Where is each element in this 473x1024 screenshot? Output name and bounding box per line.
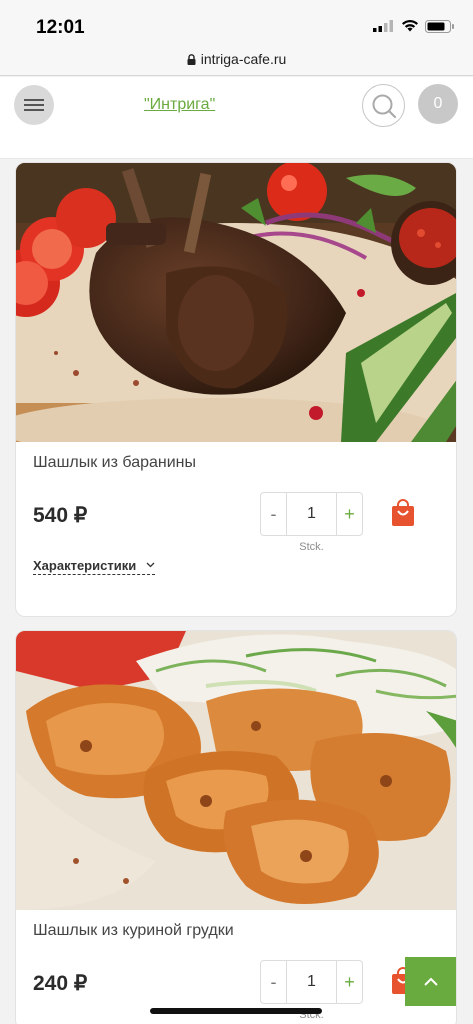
quantity-increase-button[interactable]: + — [336, 961, 362, 1003]
quantity-decrease-button[interactable]: - — [261, 961, 287, 1003]
ios-status-bar: 12:01 — [0, 0, 473, 46]
browser-url: intriga-cafe.ru — [200, 51, 287, 67]
search-icon — [372, 94, 397, 119]
scroll-to-top-button[interactable] — [405, 957, 456, 1006]
quantity-stepper: - 1 + — [260, 960, 363, 1004]
hamburger-icon — [24, 109, 44, 111]
quantity-input[interactable]: 1 — [287, 961, 336, 1003]
product-price: 240 ₽ — [33, 972, 88, 995]
cart-button[interactable]: 0 — [418, 84, 458, 124]
battery-icon — [425, 20, 454, 33]
home-indicator[interactable] — [150, 1008, 322, 1014]
product-price: 540 ₽ — [33, 504, 88, 527]
cart-count-badge: 0 — [433, 95, 443, 112]
cellular-signal-icon — [373, 20, 393, 32]
specifications-label: Характеристики — [33, 558, 137, 573]
menu-button[interactable] — [14, 85, 54, 125]
product-card: Шашлык из баранины 540 ₽ - 1 + Stck. Хар… — [15, 162, 457, 617]
quantity-input[interactable]: 1 — [287, 493, 336, 535]
site-header: "Интрига" 0 — [0, 77, 473, 159]
add-to-cart-bag-icon[interactable] — [391, 499, 415, 527]
quantity-decrease-button[interactable]: - — [261, 493, 287, 535]
hamburger-icon — [24, 99, 44, 101]
lamb-chops-photo — [16, 163, 456, 442]
site-brand-link[interactable]: "Интрига" — [144, 96, 215, 114]
browser-address-bar[interactable]: intriga-cafe.ru — [0, 46, 473, 76]
chevron-down-icon — [146, 562, 155, 568]
chicken-breast-kebab-photo — [16, 631, 456, 910]
lock-icon — [187, 54, 196, 65]
wifi-icon — [402, 20, 418, 32]
quantity-increase-button[interactable]: + — [336, 493, 362, 535]
quantity-stepper: - 1 + — [260, 492, 363, 536]
product-name[interactable]: Шашлык из куриной грудки — [33, 922, 234, 940]
chevron-up-icon — [423, 977, 438, 986]
status-time: 12:01 — [36, 17, 85, 38]
product-card: Шашлык из куриной грудки 240 ₽ - 1 + Stc… — [15, 630, 457, 1024]
hamburger-icon — [24, 104, 44, 106]
specifications-toggle[interactable]: Характеристики — [33, 558, 155, 575]
product-name[interactable]: Шашлык из баранины — [33, 454, 196, 472]
search-button[interactable] — [362, 84, 405, 127]
quantity-unit: Stck. — [299, 541, 324, 553]
